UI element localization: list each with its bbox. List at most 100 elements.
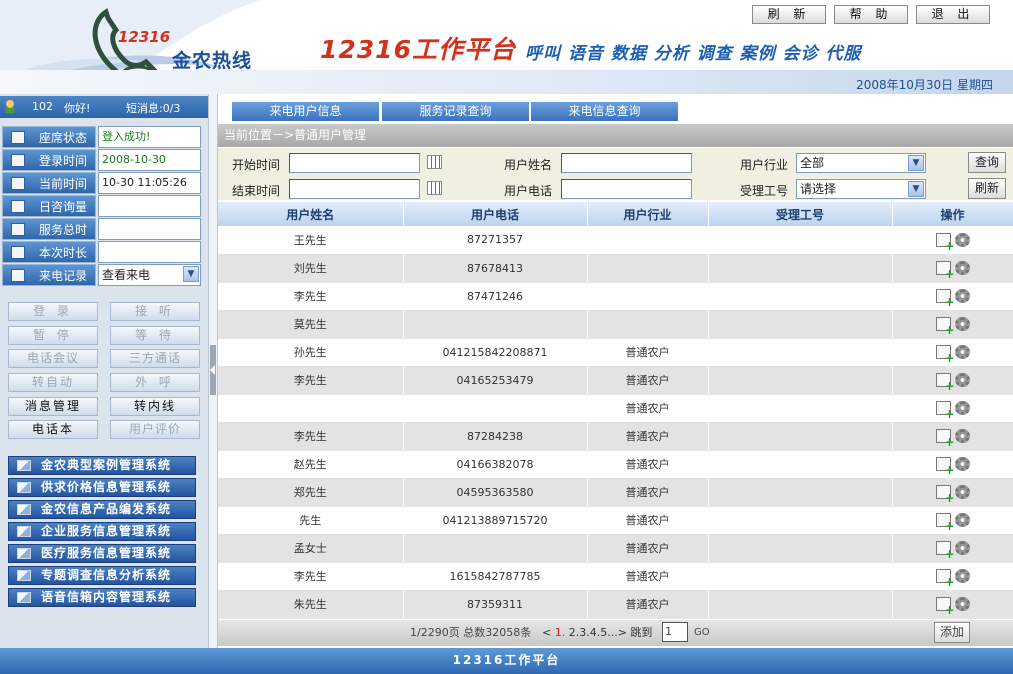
system-link-price[interactable]: 供求价格信息管理系统 (8, 478, 196, 497)
gear-icon[interactable] (954, 373, 970, 387)
user-phone-input[interactable] (561, 179, 692, 199)
column-header-phone[interactable]: 用户电话 (403, 202, 588, 226)
calendar-icon[interactable] (427, 181, 442, 195)
system-link-voicemail[interactable]: 语音信箱内容管理系统 (8, 588, 196, 607)
table-row[interactable]: 普通农户 (218, 394, 1013, 423)
exit-button[interactable]: 退 出 (916, 5, 990, 24)
add-record-icon[interactable] (935, 261, 955, 279)
column-header-industry[interactable]: 用户行业 (587, 202, 709, 226)
reset-button[interactable]: 刷新 (968, 178, 1006, 199)
conference-button[interactable]: 电话会议 (8, 349, 98, 368)
gear-icon[interactable] (954, 569, 970, 583)
collapse-arrow-icon[interactable] (210, 345, 216, 395)
column-header-actions: 操作 (892, 202, 1013, 226)
system-link-product[interactable]: 金农信息产品编发系统 (8, 500, 196, 519)
end-time-input[interactable] (289, 179, 420, 199)
gear-icon[interactable] (954, 597, 970, 611)
add-record-icon[interactable] (935, 541, 955, 559)
system-link-case[interactable]: 金农典型案例管理系统 (8, 456, 196, 475)
column-header-agent[interactable]: 受理工号 (708, 202, 893, 226)
wait-button[interactable]: 等 待 (110, 326, 200, 345)
user-name-input[interactable] (561, 153, 692, 173)
cell-name: 孙先生 (218, 338, 404, 367)
add-record-icon[interactable] (935, 345, 955, 363)
tab-call-query[interactable]: 来电信息查询 (531, 102, 678, 121)
tab-caller-info[interactable]: 来电用户信息 (232, 102, 379, 121)
three-way-call-button[interactable]: 三方通话 (110, 349, 200, 368)
start-time-input[interactable] (289, 153, 420, 173)
industry-select[interactable]: 全部 ▼ (796, 153, 926, 173)
table-row[interactable]: 赵先生 04166382078 普通农户 (218, 450, 1013, 479)
gear-icon[interactable] (954, 317, 970, 331)
system-link-medical[interactable]: 医疗服务信息管理系统 (8, 544, 196, 563)
pause-button[interactable]: 暂 停 (8, 326, 98, 345)
internal-transfer-button[interactable]: 转内线 (110, 397, 200, 416)
system-link-enterprise[interactable]: 企业服务信息管理系统 (8, 522, 196, 541)
gear-icon[interactable] (954, 457, 970, 471)
help-button[interactable]: 帮 助 (834, 5, 908, 24)
column-header-name[interactable]: 用户姓名 (218, 202, 404, 226)
cell-name: 赵先生 (218, 450, 404, 479)
table-row[interactable]: 李先生 1615842787785 普通农户 (218, 562, 1013, 591)
table-row[interactable]: 郑先生 04595363580 普通农户 (218, 478, 1013, 507)
add-record-icon[interactable] (935, 569, 955, 587)
table-row[interactable]: 李先生 87284238 普通农户 (218, 422, 1013, 451)
table-row[interactable]: 李先生 87471246 (218, 282, 1013, 311)
add-record-icon[interactable] (935, 289, 955, 307)
add-button[interactable]: 添加 (934, 622, 970, 643)
message-manage-button[interactable]: 消息管理 (8, 397, 98, 416)
agent-id-select[interactable]: 请选择 ▼ (796, 179, 926, 199)
gear-icon[interactable] (954, 429, 970, 443)
phonebook-button[interactable]: 电话本 (8, 420, 98, 439)
calendar-icon[interactable] (427, 155, 442, 169)
call-record-select[interactable]: 查看来电 ▼ (98, 264, 201, 286)
add-record-icon[interactable] (935, 513, 955, 531)
cell-industry: 普通农户 (587, 478, 709, 507)
outbound-call-button[interactable]: 外 呼 (110, 373, 200, 392)
auto-transfer-button[interactable]: 转自动 (8, 373, 98, 392)
add-record-icon[interactable] (935, 597, 955, 615)
cell-industry: 普通农户 (587, 422, 709, 451)
add-record-icon[interactable] (935, 373, 955, 391)
table-row[interactable]: 李先生 04165253479 普通农户 (218, 366, 1013, 395)
cell-phone: 87271357 (403, 226, 588, 255)
add-record-icon[interactable] (935, 401, 955, 419)
go-button[interactable]: GO (694, 620, 710, 646)
refresh-button[interactable]: 刷 新 (752, 5, 826, 24)
gear-icon[interactable] (954, 289, 970, 303)
add-record-icon[interactable] (935, 485, 955, 503)
gear-icon[interactable] (954, 232, 970, 247)
gear-icon[interactable] (954, 401, 970, 415)
table-row[interactable]: 孙先生 041215842208871 普通农户 (218, 338, 1013, 367)
message-count[interactable]: 短消息:0/3 (126, 100, 180, 116)
table-row[interactable]: 莫先生 (218, 310, 1013, 339)
table-row[interactable]: 孟女士 普通农户 (218, 534, 1013, 563)
add-record-icon[interactable] (935, 429, 955, 447)
gear-icon[interactable] (954, 261, 970, 275)
gear-icon[interactable] (954, 513, 970, 527)
jump-page-input[interactable]: 1 (662, 622, 688, 642)
cell-actions (892, 562, 1013, 591)
add-record-icon[interactable] (935, 317, 955, 335)
login-button[interactable]: 登 录 (8, 302, 98, 321)
gear-icon[interactable] (954, 345, 970, 359)
user-rating-button[interactable]: 用户评价 (110, 420, 200, 439)
answer-button[interactable]: 接 听 (110, 302, 200, 321)
system-link-survey[interactable]: 专题调查信息分析系统 (8, 566, 196, 585)
table-row[interactable]: 刘先生 87678413 (218, 254, 1013, 283)
cell-actions (892, 366, 1013, 395)
table-row[interactable]: 朱先生 87359311 普通农户 (218, 590, 1013, 619)
add-record-icon[interactable] (935, 457, 955, 475)
graph-icon (11, 246, 25, 259)
gear-icon[interactable] (954, 541, 970, 555)
prev-page-link[interactable]: < (542, 626, 551, 639)
add-record-icon[interactable] (935, 232, 955, 251)
tab-service-records[interactable]: 服务记录查询 (382, 102, 529, 121)
query-button[interactable]: 查询 (968, 152, 1006, 173)
page-links[interactable]: 2.3.4.5...> (569, 626, 627, 639)
table-row[interactable]: 先生 041213889715720 普通农户 (218, 506, 1013, 535)
gear-icon[interactable] (954, 485, 970, 499)
system-icon (17, 504, 31, 515)
cell-name: 刘先生 (218, 254, 404, 283)
table-row[interactable]: 王先生 87271357 (218, 226, 1013, 255)
